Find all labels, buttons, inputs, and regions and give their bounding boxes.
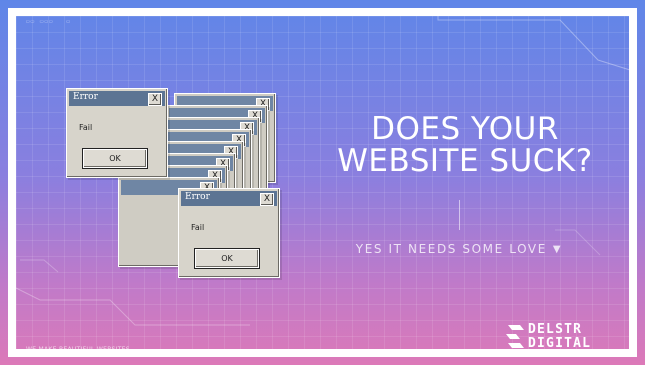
top-nav-item[interactable]: ▭ [66, 18, 71, 25]
cta-label: YES IT NEEDS SOME LOVE [355, 242, 547, 256]
cta-link[interactable]: YES IT NEEDS SOME LOVE ▼ [327, 242, 591, 256]
page-title: DOES YOUR WEBSITE SUCK? [330, 113, 600, 177]
close-icon[interactable]: X [148, 93, 162, 106]
error-dialog: Error X Fail OK [178, 188, 280, 278]
footer-note: WE MAKE BEAUTIFUL WEBSITES [26, 346, 130, 353]
dialog-title: Error [73, 92, 98, 102]
decorative-lines [15, 16, 631, 326]
brand-logo[interactable]: DELSTR DIGITAL [506, 322, 626, 364]
headline-line: DOES YOUR [371, 111, 559, 147]
logo-mark-icon [506, 325, 524, 348]
dialog-message: Fail [79, 123, 93, 132]
top-nav: ▭▭ ▭▭▭ ▭ [26, 18, 79, 25]
ok-button[interactable]: OK [82, 148, 148, 169]
top-nav-item[interactable]: ▭▭ ▭▭▭ [26, 18, 54, 25]
error-dialog: Error X Fail OK [66, 88, 168, 178]
dialog-message: Fail [191, 223, 205, 232]
headline-line: WEBSITE SUCK? [337, 143, 593, 179]
logo-line: DIGITAL [528, 336, 592, 351]
dialog-titlebar: Error X [181, 191, 277, 206]
dialog-title: Error [185, 192, 210, 202]
dialog-titlebar: Error X [69, 91, 165, 106]
close-icon[interactable]: X [260, 193, 274, 206]
ok-button[interactable]: OK [194, 248, 260, 269]
logo-line: DELSTR [528, 322, 583, 337]
logo-text: DELSTR DIGITAL [528, 323, 591, 351]
divider [459, 200, 460, 230]
hero-page: ▭▭ ▭▭▭ ▭ X X X X X X X X Error X Fail OK… [0, 0, 645, 365]
chevron-down-icon: ▼ [552, 244, 563, 255]
